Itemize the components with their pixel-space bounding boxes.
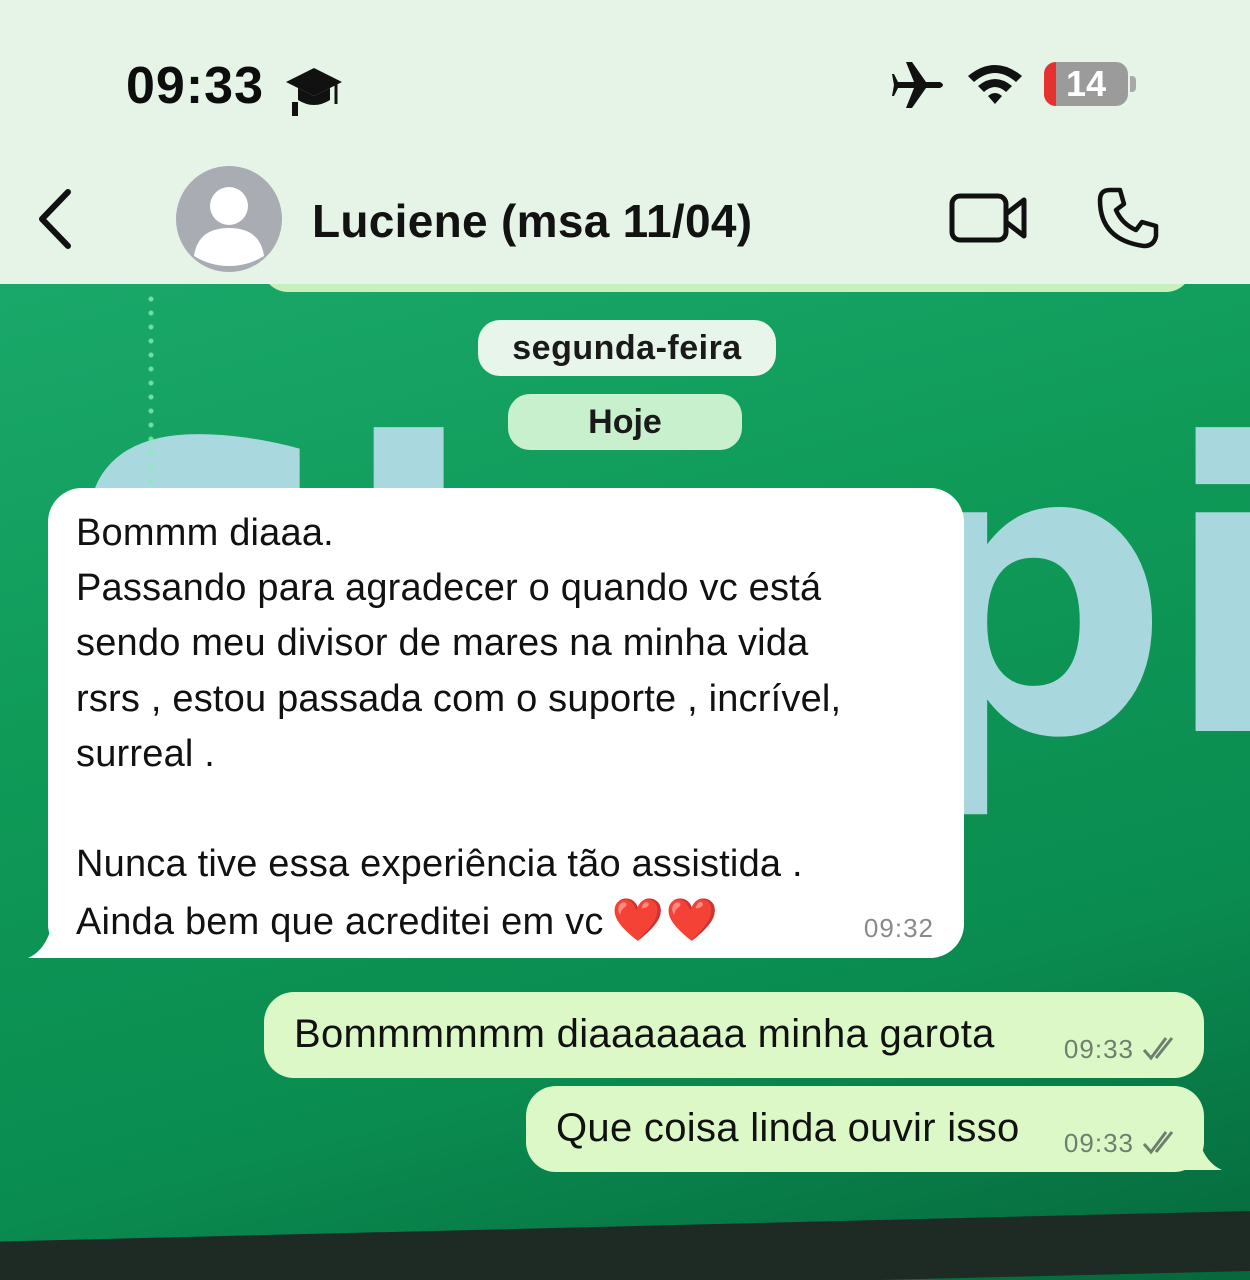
- avatar[interactable]: [176, 166, 282, 272]
- airplane-icon: [892, 62, 943, 108]
- status-time: 09:33: [126, 57, 264, 115]
- double-check-icon: [1142, 1131, 1174, 1155]
- contact-name[interactable]: Luciene (msa 11/04): [312, 194, 752, 248]
- message-line: Bommm diaaa.: [76, 512, 334, 554]
- message-line-text: Ainda bem que acreditei em vc: [76, 901, 604, 944]
- screen-bottom-edge: [0, 1210, 1250, 1280]
- phone-call-icon[interactable]: [1096, 186, 1160, 250]
- double-check-icon: [1142, 1037, 1174, 1061]
- avatar-placeholder-icon: [194, 187, 264, 266]
- message-time: 09:32: [863, 913, 934, 943]
- message-text: Bommmmmm diaaaaaaa minha garota: [294, 1012, 995, 1056]
- previous-bubble-edge: [262, 284, 1192, 292]
- incoming-message-bubble[interactable]: Bommm diaaa. Passando para agradecer o q…: [48, 488, 964, 958]
- message-line: Nunca tive essa experiência tão assistid…: [76, 843, 803, 886]
- top-bar: 09:33 14 Luciene (msa 11/04): [0, 0, 1250, 284]
- battery-icon: 14: [1044, 62, 1128, 106]
- date-separator: segunda-feira: [478, 320, 776, 376]
- background-dots: [146, 292, 156, 482]
- chat-area[interactable]: Shopify segunda-feira Hoje Bommm diaaa. …: [0, 284, 1250, 1280]
- today-separator: Hoje: [508, 394, 742, 450]
- outgoing-message-bubble[interactable]: Bommmmmm diaaaaaaa minha garota 09:33: [264, 992, 1204, 1078]
- message-line-last: Ainda bem que acreditei em vc ❤️❤️: [76, 892, 936, 950]
- wifi-icon: [968, 65, 1022, 104]
- outgoing-message-bubble[interactable]: Que coisa linda ouvir isso 09:33: [526, 1086, 1204, 1172]
- message-text: Que coisa linda ouvir isso: [556, 1106, 1020, 1150]
- battery-level: 14: [1065, 63, 1107, 104]
- graduation-cap-icon: [286, 68, 342, 116]
- message-line: surreal .: [76, 732, 216, 775]
- heart-emoji: ❤️❤️: [611, 896, 721, 944]
- message-line: Passando para agradecer o quando vc está: [76, 567, 822, 610]
- message-line: rsrs , estou passada com o suporte , inc…: [76, 677, 842, 720]
- video-call-icon[interactable]: [948, 190, 1030, 246]
- message-line: sendo meu divisor de mares na minha vida: [76, 622, 809, 665]
- battery-tip: [1130, 76, 1136, 92]
- back-chevron-icon[interactable]: [30, 186, 82, 252]
- message-time: 09:33: [1063, 1034, 1134, 1064]
- message-line: [76, 782, 936, 837]
- message-time: 09:33: [1063, 1128, 1134, 1158]
